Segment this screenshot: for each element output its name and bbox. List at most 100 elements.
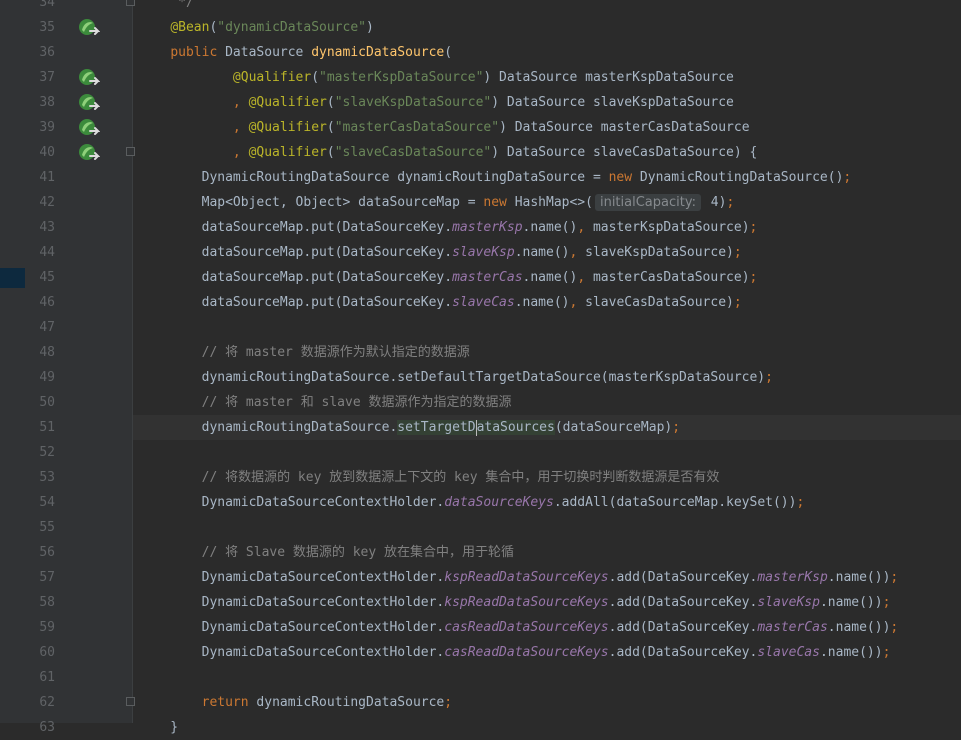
code-text[interactable]: , @Qualifier("slaveKspDataSource") DataS… xyxy=(139,90,734,115)
code-line[interactable]: 34 */ xyxy=(0,0,961,15)
line-number[interactable]: 55 xyxy=(25,515,55,540)
line-number[interactable]: 50 xyxy=(25,390,55,415)
fold-marker-icon[interactable] xyxy=(126,0,135,6)
code-text[interactable]: dataSourceMap.put(DataSourceKey.masterCa… xyxy=(139,265,758,290)
code-line[interactable]: 40 , @Qualifier("slaveCasDataSource") Da… xyxy=(0,140,961,165)
line-number[interactable]: 48 xyxy=(25,340,55,365)
bean-navigation-icon[interactable] xyxy=(78,92,101,114)
line-number[interactable]: 49 xyxy=(25,365,55,390)
line-number[interactable]: 62 xyxy=(25,690,55,715)
line-number[interactable]: 35 xyxy=(25,15,55,40)
code-line[interactable]: 37 @Qualifier("masterKspDataSource") Dat… xyxy=(0,65,961,90)
code-line[interactable]: 39 , @Qualifier("masterCasDataSource") D… xyxy=(0,115,961,140)
code-line[interactable]: 43 dataSourceMap.put(DataSourceKey.maste… xyxy=(0,215,961,240)
line-number[interactable]: 38 xyxy=(25,90,55,115)
code-token: ; xyxy=(733,245,742,260)
code-text[interactable]: dataSourceMap.put(DataSourceKey.slaveKsp… xyxy=(139,240,742,265)
line-number[interactable]: 57 xyxy=(25,565,55,590)
code-line[interactable]: 57 DynamicDataSourceContextHolder.kspRea… xyxy=(0,565,961,590)
fold-marker-icon[interactable] xyxy=(126,697,135,706)
line-number[interactable]: 56 xyxy=(25,540,55,565)
line-number[interactable]: 61 xyxy=(25,665,55,690)
bean-navigation-icon[interactable] xyxy=(78,117,101,139)
code-line[interactable]: 53 // 将数据源的 key 放到数据源上下文的 key 集合中，用于切换时判… xyxy=(0,465,961,490)
code-text[interactable]: // 将 master 和 slave 数据源作为指定的数据源 xyxy=(139,390,512,415)
code-line[interactable]: 61 xyxy=(0,665,961,690)
code-token: DynamicDataSourceContextHolder. xyxy=(139,645,445,660)
code-line[interactable]: 49 dynamicRoutingDataSource.setDefaultTa… xyxy=(0,365,961,390)
code-line[interactable]: 44 dataSourceMap.put(DataSourceKey.slave… xyxy=(0,240,961,265)
code-line[interactable]: 60 DynamicDataSourceContextHolder.casRea… xyxy=(0,640,961,665)
line-number[interactable]: 47 xyxy=(25,315,55,340)
code-text[interactable]: DynamicDataSourceContextHolder.casReadDa… xyxy=(139,640,891,665)
code-text[interactable]: Map<Object, Object> dataSourceMap = new … xyxy=(139,190,734,215)
code-text[interactable]: DynamicRoutingDataSource dynamicRoutingD… xyxy=(139,165,852,190)
line-number[interactable]: 36 xyxy=(25,40,55,65)
code-token: "slaveKspDataSource" xyxy=(334,95,492,110)
line-number[interactable]: 46 xyxy=(25,290,55,315)
code-line[interactable]: 46 dataSourceMap.put(DataSourceKey.slave… xyxy=(0,290,961,315)
code-line[interactable]: 55 xyxy=(0,515,961,540)
code-line[interactable]: 62 return dynamicRoutingDataSource; xyxy=(0,690,961,715)
bean-navigation-icon[interactable] xyxy=(78,67,101,89)
code-text[interactable]: @Bean("dynamicDataSource") xyxy=(139,15,374,40)
code-line[interactable]: 59 DynamicDataSourceContextHolder.casRea… xyxy=(0,615,961,640)
code-line[interactable]: 58 DynamicDataSourceContextHolder.kspRea… xyxy=(0,590,961,615)
code-text[interactable]: // 将 master 数据源作为默认指定的数据源 xyxy=(139,340,470,365)
code-line[interactable]: 41 DynamicRoutingDataSource dynamicRouti… xyxy=(0,165,961,190)
code-text[interactable]: // 将 Slave 数据源的 key 放在集合中，用于轮循 xyxy=(139,540,514,565)
fold-marker-icon[interactable] xyxy=(126,147,135,156)
bean-navigation-icon[interactable] xyxy=(78,17,101,39)
code-line[interactable]: 42 Map<Object, Object> dataSourceMap = n… xyxy=(0,190,961,215)
line-number[interactable]: 34 xyxy=(25,0,55,15)
code-line[interactable]: 56 // 将 Slave 数据源的 key 放在集合中，用于轮循 xyxy=(0,540,961,565)
code-text[interactable]: dataSourceMap.put(DataSourceKey.slaveCas… xyxy=(139,290,742,315)
code-text[interactable]: @Qualifier("masterKspDataSource") DataSo… xyxy=(139,65,734,90)
line-number[interactable]: 37 xyxy=(25,65,55,90)
line-number[interactable]: 51 xyxy=(25,415,55,440)
code-text[interactable]: public DataSource dynamicDataSource( xyxy=(139,40,452,65)
code-line[interactable]: 38 , @Qualifier("slaveKspDataSource") Da… xyxy=(0,90,961,115)
line-number[interactable]: 52 xyxy=(25,440,55,465)
line-number[interactable]: 54 xyxy=(25,490,55,515)
line-number[interactable]: 58 xyxy=(25,590,55,615)
code-text[interactable]: dataSourceMap.put(DataSourceKey.masterKs… xyxy=(139,215,758,240)
code-text[interactable]: */ xyxy=(139,0,194,15)
code-text[interactable]: DynamicDataSourceContextHolder.kspReadDa… xyxy=(139,590,891,615)
code-line[interactable]: 51 dynamicRoutingDataSource.setTargetDat… xyxy=(0,415,961,440)
line-number[interactable]: 45 xyxy=(25,265,55,290)
code-token: , xyxy=(232,95,249,110)
code-text[interactable]: // 将数据源的 key 放到数据源上下文的 key 集合中，用于切换时判断数据… xyxy=(139,465,720,490)
code-text[interactable]: return dynamicRoutingDataSource; xyxy=(139,690,452,715)
code-line[interactable]: 45 dataSourceMap.put(DataSourceKey.maste… xyxy=(0,265,961,290)
code-text[interactable]: DynamicDataSourceContextHolder.kspReadDa… xyxy=(139,565,899,590)
line-number[interactable]: 43 xyxy=(25,215,55,240)
code-line[interactable]: 48 // 将 master 数据源作为默认指定的数据源 xyxy=(0,340,961,365)
line-number[interactable]: 59 xyxy=(25,615,55,640)
line-number[interactable]: 41 xyxy=(25,165,55,190)
line-number[interactable]: 60 xyxy=(25,640,55,665)
code-text[interactable]: DynamicDataSourceContextHolder.casReadDa… xyxy=(139,615,899,640)
code-text[interactable]: dynamicRoutingDataSource.setDefaultTarge… xyxy=(139,365,773,390)
code-line[interactable]: 35 @Bean("dynamicDataSource") xyxy=(0,15,961,40)
code-text[interactable]: , @Qualifier("masterCasDataSource") Data… xyxy=(139,115,750,140)
line-number[interactable]: 39 xyxy=(25,115,55,140)
code-line[interactable]: 36 public DataSource dynamicDataSource( xyxy=(0,40,961,65)
line-number[interactable]: 53 xyxy=(25,465,55,490)
code-text[interactable]: DynamicDataSourceContextHolder.dataSourc… xyxy=(139,490,805,515)
line-number[interactable]: 42 xyxy=(25,190,55,215)
code-text[interactable]: dynamicRoutingDataSource.setTargetDataSo… xyxy=(139,415,680,440)
code-text[interactable]: , @Qualifier("slaveCasDataSource") DataS… xyxy=(139,140,757,165)
code-line[interactable]: 63 } xyxy=(0,715,961,740)
line-number[interactable]: 63 xyxy=(25,715,55,740)
line-number[interactable]: 44 xyxy=(25,240,55,265)
code-line[interactable]: 52 xyxy=(0,440,961,465)
code-text[interactable]: } xyxy=(139,715,178,740)
bean-navigation-icon[interactable] xyxy=(78,142,101,164)
line-number[interactable]: 40 xyxy=(25,140,55,165)
code-line[interactable]: 54 DynamicDataSourceContextHolder.dataSo… xyxy=(0,490,961,515)
code-line[interactable]: 47 xyxy=(0,315,961,340)
code-token: "masterCasDataSource" xyxy=(334,120,500,135)
code-line[interactable]: 50 // 将 master 和 slave 数据源作为指定的数据源 xyxy=(0,390,961,415)
